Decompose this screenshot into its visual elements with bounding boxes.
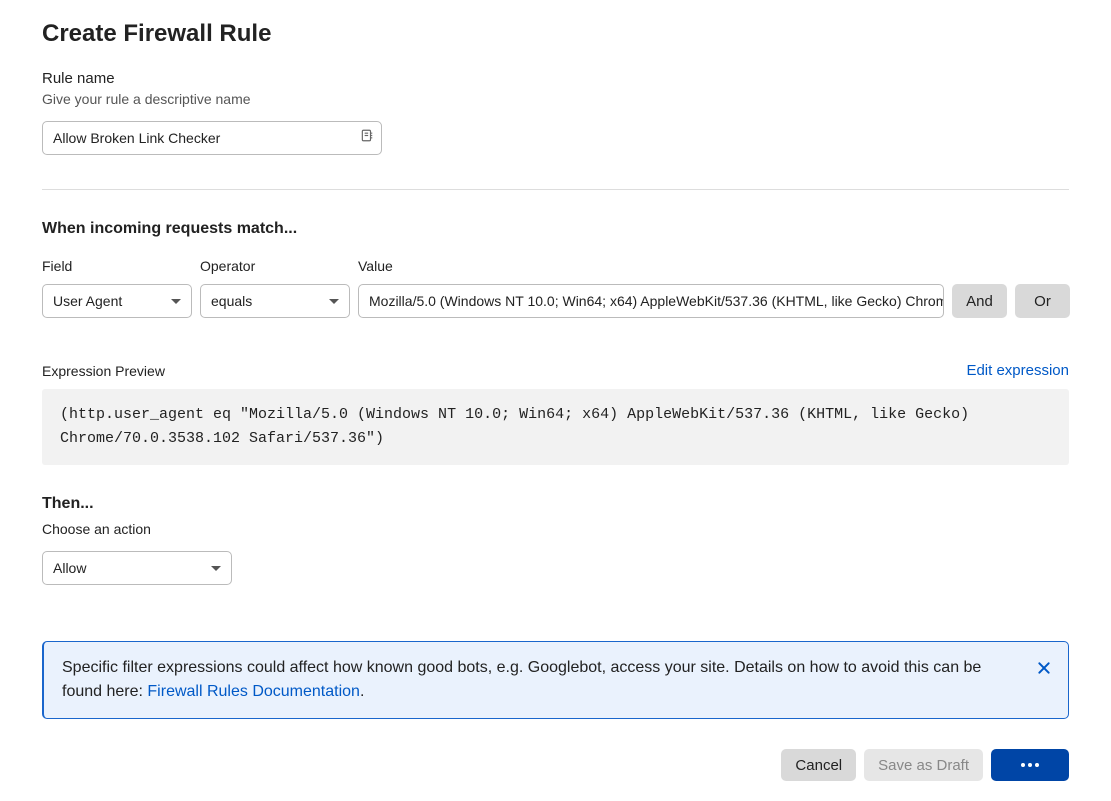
chevron-down-icon [171,299,181,304]
rule-name-input[interactable] [42,121,382,155]
edit-expression-link[interactable]: Edit expression [966,362,1069,379]
choose-action-label: Choose an action [42,521,1069,537]
and-button[interactable]: And [952,284,1007,318]
rule-name-helper: Give your rule a descriptive name [42,91,1069,107]
operator-value: equals [211,293,252,309]
contacts-icon[interactable] [360,129,374,148]
close-icon[interactable] [1036,660,1052,684]
value-label: Value [358,258,944,274]
more-actions-button[interactable] [991,749,1069,781]
field-value: User Agent [53,293,122,309]
or-button[interactable]: Or [1015,284,1070,318]
divider [42,189,1069,190]
action-value: Allow [53,560,86,576]
expression-preview: (http.user_agent eq "Mozilla/5.0 (Window… [42,389,1069,465]
save-draft-button[interactable]: Save as Draft [864,749,983,781]
expression-preview-label: Expression Preview [42,363,165,379]
match-heading: When incoming requests match... [42,220,1069,238]
chevron-down-icon [211,566,221,571]
then-heading: Then... [42,495,1069,513]
page-title: Create Firewall Rule [42,20,1069,48]
cancel-button[interactable]: Cancel [781,749,856,781]
chevron-down-icon [329,299,339,304]
field-select[interactable]: User Agent [42,284,192,318]
info-alert: Specific filter expressions could affect… [42,641,1069,719]
value-input[interactable]: Mozilla/5.0 (Windows NT 10.0; Win64; x64… [358,284,944,318]
rule-name-label: Rule name [42,70,1069,87]
ellipsis-icon [1021,763,1039,767]
field-label: Field [42,258,192,274]
operator-select[interactable]: equals [200,284,350,318]
alert-text-after: . [360,683,364,700]
action-select[interactable]: Allow [42,551,232,585]
value-text: Mozilla/5.0 (Windows NT 10.0; Win64; x64… [369,293,944,309]
operator-label: Operator [200,258,350,274]
docs-link[interactable]: Firewall Rules Documentation [147,683,360,700]
